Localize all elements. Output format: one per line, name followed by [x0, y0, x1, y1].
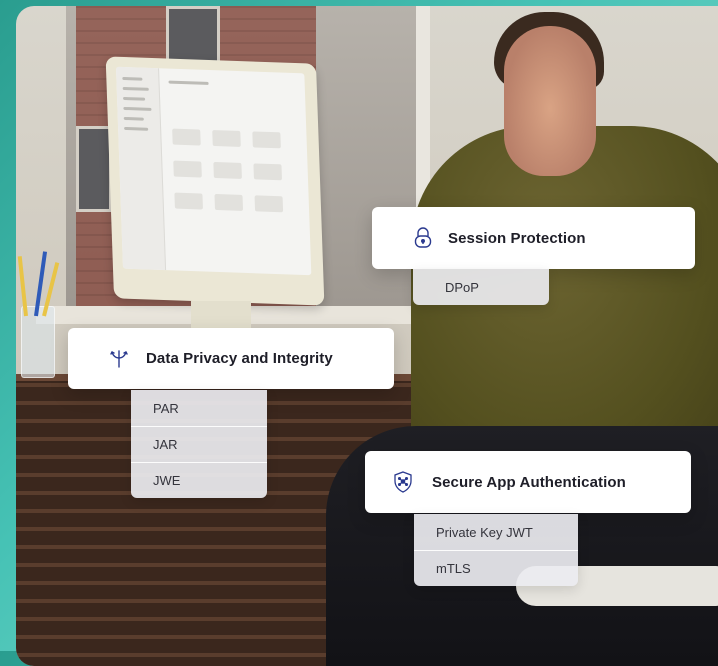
card-title: Secure App Authentication: [432, 473, 626, 491]
session-protection-list: DPoP: [413, 269, 549, 305]
screen-tile: [174, 192, 203, 210]
screen-tile: [254, 195, 284, 213]
person-face: [504, 26, 596, 176]
secure-app-auth-list: Private Key JWT mTLS: [414, 514, 578, 586]
screen-line: [168, 80, 209, 85]
lock-icon: [410, 225, 436, 251]
card-title: Session Protection: [448, 229, 586, 247]
list-item[interactable]: JWE: [131, 462, 267, 498]
screen-tile: [252, 131, 281, 149]
monitor: [105, 56, 325, 306]
screen-tile: [213, 161, 242, 179]
pencil: [17, 256, 28, 317]
window-pane: [76, 126, 112, 212]
screen-tile: [253, 163, 283, 181]
card-title: Data Privacy and Integrity: [146, 350, 333, 367]
list-item[interactable]: mTLS: [414, 550, 578, 586]
screen-tile: [214, 193, 244, 211]
branch-icon: [106, 346, 132, 372]
list-item[interactable]: Private Key JWT: [414, 514, 578, 550]
data-privacy-list: PAR JAR JWE: [131, 390, 267, 498]
screen-tile: [173, 160, 202, 178]
list-item[interactable]: PAR: [131, 390, 267, 426]
list-item[interactable]: JAR: [131, 426, 267, 462]
shield-network-icon: [390, 469, 416, 495]
monitor-stand: [191, 301, 251, 331]
screen-tile: [172, 128, 201, 146]
screen-line: [122, 76, 143, 81]
data-privacy-card[interactable]: Data Privacy and Integrity: [68, 328, 394, 389]
session-protection-card[interactable]: Session Protection: [372, 207, 695, 269]
secure-app-auth-card[interactable]: Secure App Authentication: [365, 451, 691, 513]
monitor-screen: [115, 66, 312, 276]
screen-tile: [212, 129, 241, 147]
list-item[interactable]: DPoP: [413, 269, 549, 305]
pencil-cup: [21, 306, 55, 378]
